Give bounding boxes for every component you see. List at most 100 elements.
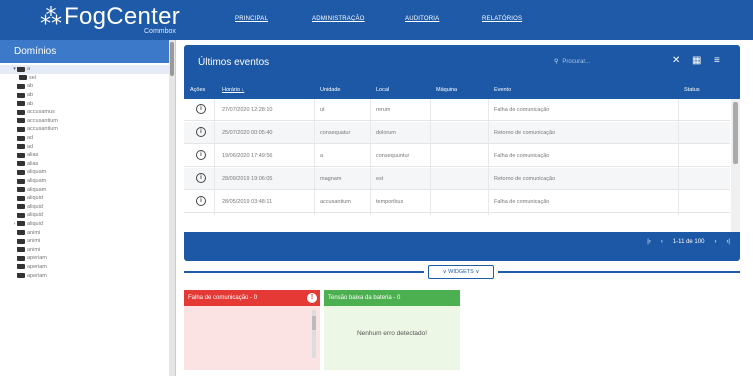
tree-node-label: aliquid — [27, 212, 43, 219]
widget-scrollbar[interactable] — [312, 310, 316, 358]
tree-node[interactable]: aliquam — [0, 185, 170, 194]
tree-node[interactable]: sel — [0, 74, 170, 83]
cell-local: rerum — [376, 107, 391, 113]
info-icon[interactable]: i — [196, 173, 206, 183]
tree-node[interactable]: ad — [0, 142, 170, 151]
cell-event: Falha de comunicação — [494, 107, 550, 113]
tree-node[interactable]: accusamus — [0, 108, 170, 117]
info-icon[interactable]: i — [196, 104, 206, 114]
cell-local: consequuntur — [376, 153, 410, 159]
col-machine[interactable]: Máquina — [436, 87, 457, 93]
folder-icon — [17, 152, 25, 158]
tree-node-label: animi — [27, 229, 41, 236]
widget-scroll-thumb[interactable] — [312, 316, 316, 330]
cell-unit: a — [320, 153, 324, 159]
nav-principal[interactable]: PRINCIPAL — [235, 16, 268, 22]
folder-icon — [17, 144, 25, 150]
pagination: |‹ ‹ 1-11 de 100 › ›| — [647, 239, 730, 245]
domain-tree: ▾ a sel ab ab ab accusamus accusantium accusanti… — [0, 65, 170, 280]
tree-node[interactable]: aliquid — [0, 203, 170, 212]
table-header: Ações Horário ↓ Unidade Local Máquina Ev… — [184, 81, 740, 99]
table-row[interactable]: i 25/07/2020 00:05:40 consequatur dolorum Re… — [184, 122, 730, 144]
columns-icon[interactable]: ▦ — [692, 55, 701, 66]
tree-node[interactable]: ab — [0, 91, 170, 100]
tree-node[interactable]: aliquid — [0, 211, 170, 220]
tree-node[interactable]: accusantium — [0, 125, 170, 134]
cell-local: dolorum — [376, 130, 396, 136]
tree-node-label: aperiam — [27, 263, 47, 270]
no-error-message: Nenhum erro detectado! — [356, 330, 428, 337]
filter-icon[interactable]: ≡ — [714, 55, 720, 66]
tree-node[interactable]: ▾ a — [0, 65, 170, 74]
tree-node-label: animi — [27, 238, 41, 245]
tree-node[interactable]: ab — [0, 82, 170, 91]
events-search[interactable]: ⚲ Procurar... — [554, 58, 590, 66]
info-icon[interactable]: i — [196, 196, 206, 206]
tree-node-label: aliquid — [27, 220, 43, 227]
tree-node[interactable]: ab — [0, 99, 170, 108]
nav-auditoria[interactable]: AUDITORIA — [405, 16, 439, 22]
tree-node[interactable]: animi — [0, 228, 170, 237]
col-divider — [370, 99, 371, 215]
table-row[interactable]: i 28/09/2019 19:06:05 magnam est Retorno de … — [184, 168, 730, 190]
folder-icon — [19, 75, 27, 81]
tree-node-label: aliquid — [27, 195, 43, 202]
col-actions: Ações — [190, 87, 206, 93]
sidebar-scrollbar[interactable] — [169, 40, 175, 376]
tree-node[interactable]: alias — [0, 151, 170, 160]
table-row[interactable]: i 27/07/2020 12:28:10 ut rerum Falha de comu… — [184, 99, 730, 121]
tree-node[interactable]: › aliquid — [0, 220, 170, 229]
brand-logo[interactable]: ⁂ FogCenter Commbox — [40, 5, 180, 36]
comm-failure-title: Falha de comunicação - 0 — [188, 295, 258, 301]
table-row[interactable]: i 28/05/2019 03:48:11 accusantium temporibu… — [184, 191, 730, 213]
tree-node[interactable]: aperiam — [0, 254, 170, 263]
tree-node[interactable]: aperiam — [0, 271, 170, 280]
search-input[interactable]: Procurar... — [562, 59, 590, 65]
cell-unit: consequatur — [320, 130, 351, 136]
tree-node[interactable]: accusantium — [0, 117, 170, 126]
first-page-icon[interactable]: |‹ — [647, 239, 651, 245]
folder-icon — [17, 212, 25, 218]
folder-icon — [17, 83, 25, 89]
folder-icon — [17, 92, 25, 98]
events-card: Últimos eventos ⚲ Procurar... ✕ ▦ ≡ Açõe… — [184, 45, 740, 261]
table-row[interactable]: i 19/06/2020 17:49:56 a consequuntur Falha d… — [184, 145, 730, 167]
tree-node[interactable]: aliquam — [0, 168, 170, 177]
alert-icon[interactable]: ! — [307, 293, 317, 303]
tree-node[interactable]: animi — [0, 245, 170, 254]
col-time[interactable]: Horário ↓ — [222, 87, 244, 93]
cell-local: temporibus — [376, 199, 404, 205]
clear-search-icon[interactable]: ✕ — [672, 55, 680, 66]
comm-failure-header: Falha de comunicação - 0 ! — [184, 290, 320, 306]
tree-node[interactable]: aliquam — [0, 177, 170, 186]
tree-node-label: a — [27, 66, 31, 73]
col-status[interactable]: Status — [684, 87, 700, 93]
prev-page-icon[interactable]: ‹ — [661, 239, 663, 245]
widgets-toggle-button[interactable]: ∨ WIDGETS ∨ — [428, 265, 494, 279]
tree-node-label: accusamus — [27, 109, 55, 116]
tree-node[interactable]: ad — [0, 134, 170, 143]
col-unit[interactable]: Unidade — [320, 87, 341, 93]
nav-relatorios[interactable]: RELATÓRIOS — [482, 16, 522, 22]
tree-node[interactable]: animi — [0, 237, 170, 246]
info-icon[interactable]: i — [196, 150, 206, 160]
folder-icon — [17, 238, 25, 244]
col-event[interactable]: Evento — [494, 87, 511, 93]
cell-event: Retorno de comunicação — [494, 130, 556, 136]
tree-node-label: accusantium — [27, 117, 58, 124]
nav-administracao[interactable]: ADMINISTRAÇÃO — [312, 16, 365, 22]
folder-icon — [17, 109, 25, 115]
tree-node[interactable]: aperiam — [0, 263, 170, 272]
table-scrollbar[interactable] — [731, 99, 740, 232]
table-scroll-thumb[interactable] — [733, 102, 738, 164]
next-page-icon[interactable]: › — [714, 239, 716, 245]
info-icon[interactable]: i — [196, 127, 206, 137]
sidebar-scroll-thumb[interactable] — [170, 42, 174, 76]
tree-node[interactable]: alias — [0, 160, 170, 169]
cell-event: Retorno de comunicação — [494, 176, 556, 182]
last-page-icon[interactable]: ›| — [726, 239, 730, 245]
tree-node[interactable]: aliquid — [0, 194, 170, 203]
col-local[interactable]: Local — [376, 87, 389, 93]
low-battery-title: Tensão baixa da bateria - 0 — [324, 290, 460, 306]
tree-node-label: alias — [27, 152, 39, 159]
